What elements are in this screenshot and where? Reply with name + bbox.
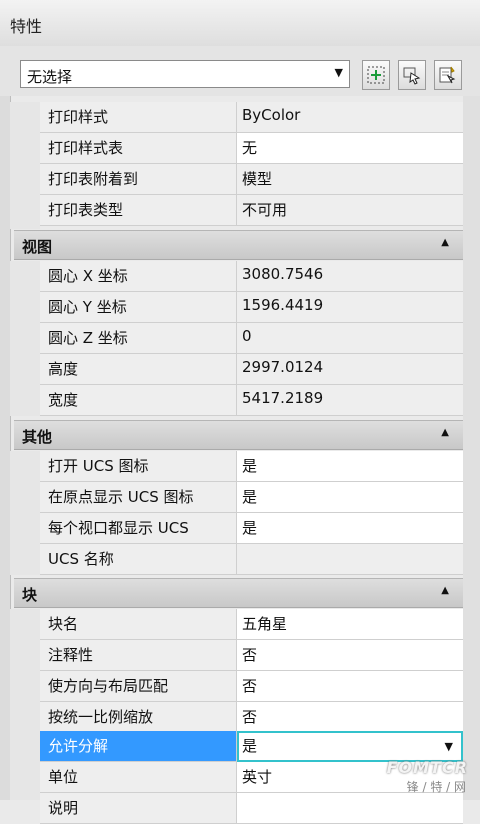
property-key: 注释性	[40, 640, 237, 671]
property-value: 是	[242, 737, 258, 755]
watermark-subtitle: 锋 / 特 / 网	[406, 780, 466, 794]
property-value[interactable]: 5417.2189	[237, 385, 463, 416]
property-key: 块名	[40, 609, 237, 640]
watermark: FOMTCR 锋 / 特 / 网	[378, 758, 478, 798]
collapse-icon[interactable]: ▲	[441, 427, 449, 438]
selection-value: 无选择	[27, 68, 73, 86]
select-objects-button[interactable]	[398, 60, 426, 90]
property-value[interactable]: 否	[237, 702, 463, 733]
section-header-misc[interactable]: 其他 ▲	[14, 420, 463, 450]
property-key: 单位	[40, 762, 237, 793]
property-key: 圆心 X 坐标	[40, 261, 237, 292]
quick-select-icon	[439, 66, 456, 84]
property-key: 圆心 Z 坐标	[40, 323, 237, 354]
property-value[interactable]: 0	[237, 323, 463, 354]
chevron-down-icon[interactable]: ▼	[335, 66, 343, 79]
property-key: 每个视口都显示 UCS	[40, 513, 237, 544]
property-value[interactable]: 否	[237, 640, 463, 671]
property-row[interactable]: UCS 名称	[40, 544, 463, 575]
property-row[interactable]: 高度 2997.0124	[40, 354, 463, 385]
property-value[interactable]	[237, 544, 463, 575]
watermark-logo: FOMTCR	[386, 758, 468, 777]
property-key: 打印表类型	[40, 195, 237, 226]
property-row[interactable]: 使方向与布局匹配 否	[40, 671, 463, 702]
property-row[interactable]: 打开 UCS 图标 是	[40, 451, 463, 482]
property-key: 打开 UCS 图标	[40, 451, 237, 482]
property-row[interactable]: 在原点显示 UCS 图标 是	[40, 482, 463, 513]
property-value[interactable]: 无	[237, 133, 463, 164]
property-value[interactable]: 是	[237, 513, 463, 544]
property-value[interactable]: 模型	[237, 164, 463, 195]
section-header-view[interactable]: 视图 ▲	[14, 230, 463, 260]
quick-select-button[interactable]	[434, 60, 462, 90]
collapse-icon[interactable]: ▲	[441, 237, 449, 248]
property-key: 高度	[40, 354, 237, 385]
property-key: 打印样式	[40, 102, 237, 133]
property-row[interactable]: 打印表类型 不可用	[40, 195, 463, 226]
property-key: 使方向与布局匹配	[40, 671, 237, 702]
property-value[interactable]: 五角星	[237, 609, 463, 640]
section-gutter	[10, 261, 40, 416]
property-key: UCS 名称	[40, 544, 237, 575]
section-title: 块	[22, 586, 38, 604]
property-row[interactable]: 注释性 否	[40, 640, 463, 671]
property-key: 说明	[40, 793, 237, 824]
select-objects-icon	[403, 67, 421, 85]
section-gutter	[10, 102, 40, 229]
selection-dropdown[interactable]: 无选择 ▼	[20, 60, 350, 88]
property-value[interactable]: 是	[237, 451, 463, 482]
property-key: 允许分解	[40, 731, 237, 762]
section-gutter	[10, 451, 40, 575]
toggle-pickadd-button[interactable]	[362, 60, 390, 90]
property-key: 圆心 Y 坐标	[40, 292, 237, 323]
scrollbar-track[interactable]	[463, 96, 480, 800]
property-row[interactable]: 打印样式 ByColor	[40, 102, 463, 133]
property-key: 在原点显示 UCS 图标	[40, 482, 237, 513]
pickadd-icon	[367, 66, 385, 84]
property-value[interactable]: 否	[237, 671, 463, 702]
property-row[interactable]: 打印表附着到 模型	[40, 164, 463, 195]
section-title: 视图	[22, 238, 53, 256]
property-key: 按统一比例缩放	[40, 702, 237, 733]
property-value[interactable]: 3080.7546	[237, 261, 463, 292]
property-key: 宽度	[40, 385, 237, 416]
property-value[interactable]: 不可用	[237, 195, 463, 226]
property-row[interactable]: 打印样式表 无	[40, 133, 463, 164]
property-row[interactable]: 块名 五角星	[40, 609, 463, 640]
property-row[interactable]: 圆心 Y 坐标 1596.4419	[40, 292, 463, 323]
property-value[interactable]: ByColor	[237, 102, 463, 133]
section-gutter	[10, 609, 40, 800]
property-row[interactable]: 圆心 Z 坐标 0	[40, 323, 463, 354]
property-key: 打印样式表	[40, 133, 237, 164]
property-key: 打印表附着到	[40, 164, 237, 195]
property-row[interactable]: 圆心 X 坐标 3080.7546	[40, 261, 463, 292]
palette-title-bar: 特性	[0, 0, 480, 47]
property-row[interactable]: 按统一比例缩放 否	[40, 702, 463, 733]
collapse-icon[interactable]: ▲	[441, 585, 449, 596]
palette-title: 特性	[10, 17, 43, 36]
property-value[interactable]: 1596.4419	[237, 292, 463, 323]
section-header-block[interactable]: 块 ▲	[14, 578, 463, 608]
property-row[interactable]: 每个视口都显示 UCS 是	[40, 513, 463, 544]
property-value[interactable]: 2997.0124	[237, 354, 463, 385]
property-value[interactable]: 是	[237, 482, 463, 513]
section-title: 其他	[22, 428, 53, 446]
property-row[interactable]: 宽度 5417.2189	[40, 385, 463, 416]
chevron-down-icon[interactable]: ▼	[445, 740, 453, 753]
